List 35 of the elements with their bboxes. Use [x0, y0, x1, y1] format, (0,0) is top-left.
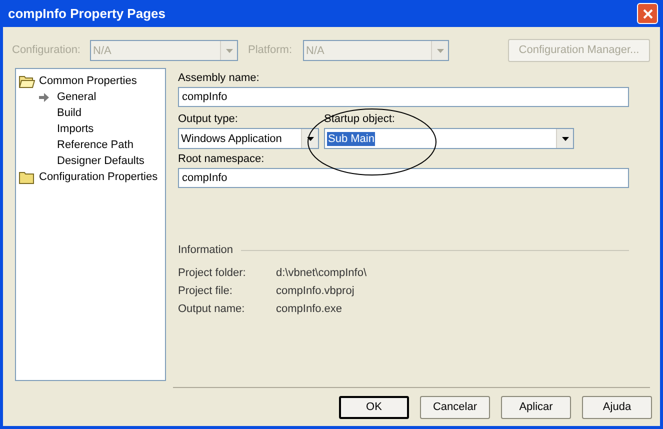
field-label: Assembly name: [178, 71, 260, 85]
info-value: d:\vbnet\compInfo\ [276, 266, 366, 282]
tree-item[interactable]: General [39, 88, 96, 106]
tree-item[interactable]: Build [39, 104, 82, 122]
info-label: Project folder: [178, 266, 247, 282]
output-type-dropdown[interactable]: Windows Application [178, 128, 319, 149]
field-label: Startup object: [324, 112, 396, 126]
combo-value: N/A [93, 44, 112, 58]
tree-item[interactable]: Designer Defaults [39, 152, 144, 170]
field-value: compInfo [182, 90, 228, 105]
dialog-button[interactable]: Cancelar [420, 396, 490, 418]
configuration-label: Configuration: [12, 43, 82, 58]
platform-label: Platform: [248, 43, 294, 58]
dialog-button[interactable]: Ajuda [582, 396, 652, 418]
field-value: compInfo [182, 170, 228, 186]
info-value: compInfo.vbproj [276, 284, 354, 300]
combo-value: Sub Main [327, 132, 376, 146]
tree-item[interactable]: Imports [39, 120, 94, 138]
section-heading: Information [178, 243, 234, 258]
text-field[interactable]: compInfo [178, 168, 629, 188]
field-label: Root namespace: [178, 152, 266, 166]
tree-item[interactable]: Common Properties [39, 72, 137, 90]
info-label: Project file: [178, 284, 234, 300]
tree-item[interactable]: Configuration Properties [39, 168, 158, 186]
info-value: compInfo.exe [276, 302, 342, 318]
combo-value: Windows Application [181, 132, 282, 146]
text-field[interactable]: compInfo [178, 87, 629, 107]
dialog-button[interactable]: Aplicar [501, 396, 571, 418]
startup-object-dropdown[interactable]: Sub Main [324, 128, 574, 149]
tree-item[interactable]: Reference Path [39, 136, 134, 154]
combo-value: N/A [306, 44, 324, 58]
window-title: compInfo Property Pages [8, 4, 166, 23]
field-label: Output type: [178, 112, 239, 126]
dialog-button[interactable]: OK [339, 396, 409, 418]
info-label: Output name: [178, 302, 246, 318]
